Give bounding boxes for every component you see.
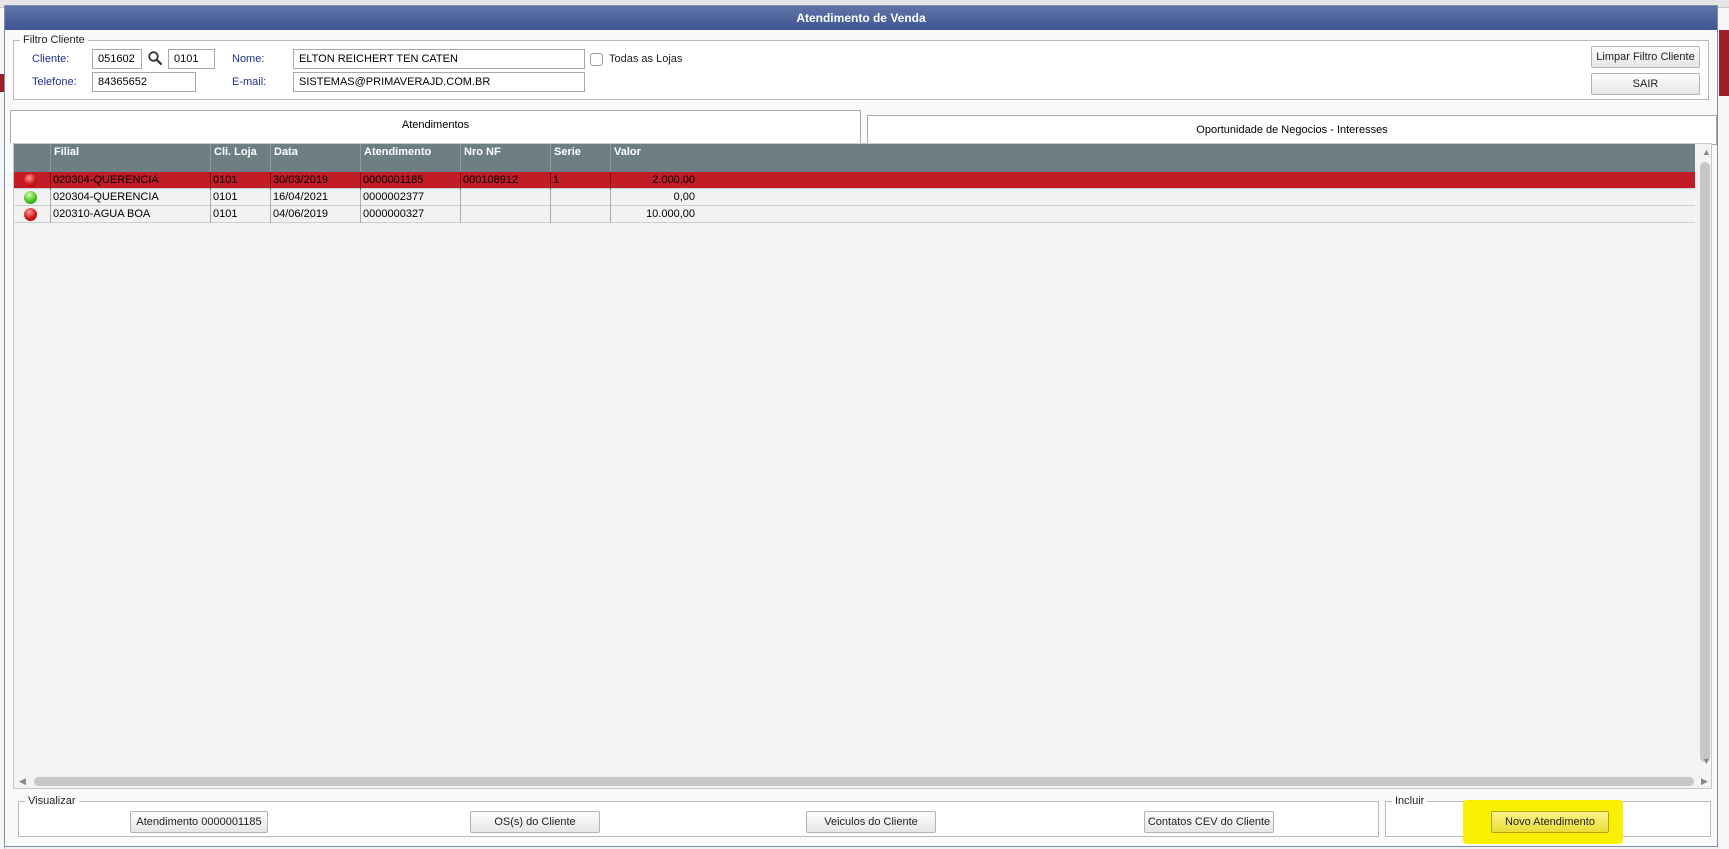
cell-nro-nf	[460, 206, 550, 223]
cell-filial: 020304-QUERENCIA	[50, 172, 210, 189]
status-red-icon	[24, 208, 37, 221]
nome-label: Nome:	[232, 53, 265, 65]
os-cliente-button[interactable]: OS(s) do Cliente	[470, 811, 600, 833]
veiculos-cliente-button[interactable]: Veiculos do Cliente	[806, 811, 936, 833]
table-row[interactable]: 020310-AGUA BOA 0101 04/06/2019 00000003…	[14, 206, 1695, 223]
cell-cli-loja: 0101	[210, 189, 270, 206]
todas-lojas-label: Todas as Lojas	[609, 53, 683, 65]
cliente-label: Cliente:	[32, 53, 70, 65]
cell-filial: 020310-AGUA BOA	[50, 206, 210, 223]
ver-atendimento-button[interactable]: Atendimento 0000001185	[130, 811, 268, 833]
novo-atendimento-button[interactable]: Novo Atendimento	[1491, 811, 1609, 833]
cell-data: 04/06/2019	[270, 206, 360, 223]
column-header-valor[interactable]: Valor	[610, 144, 1695, 172]
scroll-left-icon[interactable]: ◀	[19, 776, 26, 786]
tab-oportunidade-negocios[interactable]: Oportunidade de Negocios - Interesses	[867, 115, 1717, 145]
status-green-icon	[24, 191, 37, 204]
cell-data: 30/03/2019	[270, 172, 360, 189]
cliente-codigo-input[interactable]: 051602	[92, 49, 142, 69]
telefone-input[interactable]: 84365652	[92, 72, 196, 92]
vertical-scroll-thumb[interactable]	[1700, 162, 1710, 762]
status-cell	[14, 172, 50, 189]
background-right-edge	[1718, 8, 1729, 849]
background-red-mark	[1719, 30, 1729, 96]
cell-serie	[550, 189, 610, 206]
cell-valor: 10.000,00	[610, 206, 696, 223]
cell-atendimento: 0000002377	[360, 189, 460, 206]
cell-atendimento: 0000000327	[360, 206, 460, 223]
cell-valor: 0,00	[610, 189, 696, 206]
scroll-down-icon[interactable]: ▼	[1702, 756, 1711, 766]
cell-cli-loja: 0101	[210, 206, 270, 223]
column-header-atendimento[interactable]: Atendimento	[360, 144, 460, 172]
status-column-header	[14, 144, 50, 172]
scroll-up-icon[interactable]: ▲	[1702, 147, 1711, 157]
scroll-right-icon[interactable]: ▶	[1701, 776, 1708, 786]
column-header-data[interactable]: Data	[270, 144, 360, 172]
cell-nro-nf	[460, 189, 550, 206]
grid-header: Filial Cli. Loja Data Atendimento Nro NF…	[14, 144, 1695, 172]
telefone-label: Telefone:	[32, 76, 77, 88]
nome-input[interactable]: ELTON REICHERT TEN CATEN	[293, 49, 585, 69]
filtro-cliente-legend: Filtro Cliente	[23, 34, 85, 46]
column-header-nro-nf[interactable]: Nro NF	[460, 144, 550, 172]
cell-nro-nf: 000108912	[460, 172, 550, 189]
status-cell	[14, 189, 50, 206]
todas-lojas-checkbox[interactable]	[590, 53, 603, 66]
column-header-filial[interactable]: Filial	[50, 144, 210, 172]
horizontal-scroll-thumb[interactable]	[34, 777, 1694, 786]
cell-serie	[550, 206, 610, 223]
visualizar-legend: Visualizar	[28, 795, 76, 807]
status-cell	[14, 206, 50, 223]
email-input[interactable]: SISTEMAS@PRIMAVERAJD.COM.BR	[293, 72, 585, 92]
cell-serie: 1	[550, 172, 610, 189]
cell-cli-loja: 0101	[210, 172, 270, 189]
atendimentos-grid: Filial Cli. Loja Data Atendimento Nro NF…	[13, 143, 1712, 789]
tab-atendimentos[interactable]: Atendimentos	[10, 110, 861, 143]
column-header-serie[interactable]: Serie	[550, 144, 610, 172]
cell-data: 16/04/2021	[270, 189, 360, 206]
cell-valor: 2.000,00	[610, 172, 696, 189]
sair-button[interactable]: SAIR	[1591, 73, 1700, 95]
column-header-cli-loja[interactable]: Cli. Loja	[210, 144, 270, 172]
limpar-filtro-button[interactable]: Limpar Filtro Cliente	[1591, 46, 1700, 68]
cell-atendimento: 0000001185	[360, 172, 460, 189]
incluir-legend: Incluir	[1395, 795, 1425, 807]
email-label: E-mail:	[232, 76, 267, 88]
search-icon[interactable]	[147, 50, 163, 66]
status-red-icon	[24, 174, 37, 187]
table-row[interactable]: 020304-QUERENCIA 0101 30/03/2019 0000001…	[14, 172, 1695, 189]
dialog-title: Atendimento de Venda	[5, 6, 1717, 30]
table-row[interactable]: 020304-QUERENCIA 0101 16/04/2021 0000002…	[14, 189, 1695, 206]
cell-filial: 020304-QUERENCIA	[50, 189, 210, 206]
filtro-cliente-group: Filtro Cliente	[13, 34, 1709, 100]
cliente-loja-input[interactable]: 0101	[168, 49, 215, 69]
contatos-cev-button[interactable]: Contatos CEV do Cliente	[1144, 811, 1274, 833]
